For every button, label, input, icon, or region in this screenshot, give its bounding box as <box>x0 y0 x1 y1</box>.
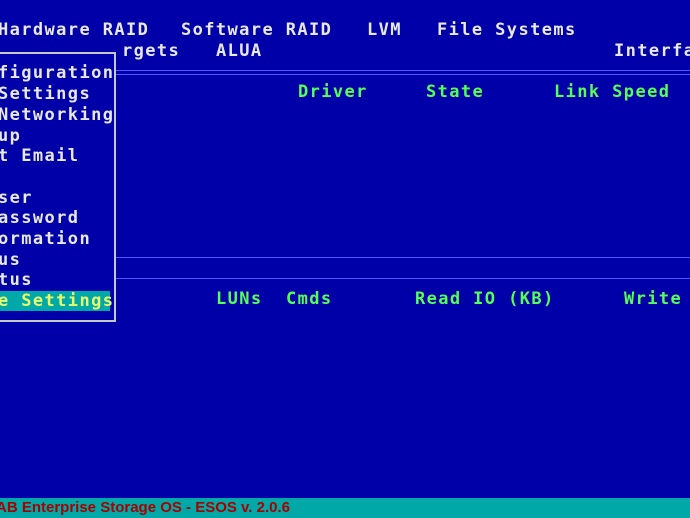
column-write: Write <box>624 289 683 309</box>
menu-hardware-raid[interactable]: Hardware RAID <box>0 20 149 40</box>
column-link-speed: Link Speed <box>554 82 671 102</box>
column-driver: Driver <box>298 82 368 102</box>
column-cmds: Cmds <box>286 289 333 309</box>
menu-interfaces[interactable]: Interfa <box>614 41 690 61</box>
dropdown-menu: figuration Settings Networking up t Emai… <box>0 52 116 322</box>
menu-file-systems[interactable]: File Systems <box>437 20 577 40</box>
menu-item-user[interactable]: ser <box>0 188 33 208</box>
menu-item-us[interactable]: us <box>0 250 21 270</box>
menu-item-password[interactable]: assword <box>0 208 79 228</box>
status-bar-text: AB Enterprise Storage OS - ESOS v. 2.0.6 <box>0 499 290 516</box>
menu-item-setup[interactable]: up <box>0 126 21 146</box>
status-bar: AB Enterprise Storage OS - ESOS v. 2.0.6 <box>0 498 690 518</box>
menu-item-networking[interactable]: Networking <box>0 105 114 125</box>
menu-item-settings-selected[interactable]: e Settings <box>0 291 113 311</box>
column-state: State <box>426 82 485 102</box>
menu-item-configuration[interactable]: figuration <box>0 63 114 83</box>
menu-item-settings[interactable]: Settings <box>0 84 91 104</box>
menu-lvm[interactable]: LVM <box>367 20 402 40</box>
column-read-io: Read IO (KB) <box>415 289 555 309</box>
menu-targets[interactable]: rgets <box>122 41 180 61</box>
menu-item-status[interactable]: tus <box>0 270 33 290</box>
column-luns: LUNs <box>216 289 263 309</box>
menu-item-information[interactable]: ormation <box>0 229 91 249</box>
menu-item-email[interactable]: t Email <box>0 146 79 166</box>
menu-bar: Hardware RAID Software RAID LVM File Sys… <box>0 0 690 44</box>
menu-software-raid[interactable]: Software RAID <box>181 20 332 40</box>
menu-alua[interactable]: ALUA <box>216 41 263 61</box>
